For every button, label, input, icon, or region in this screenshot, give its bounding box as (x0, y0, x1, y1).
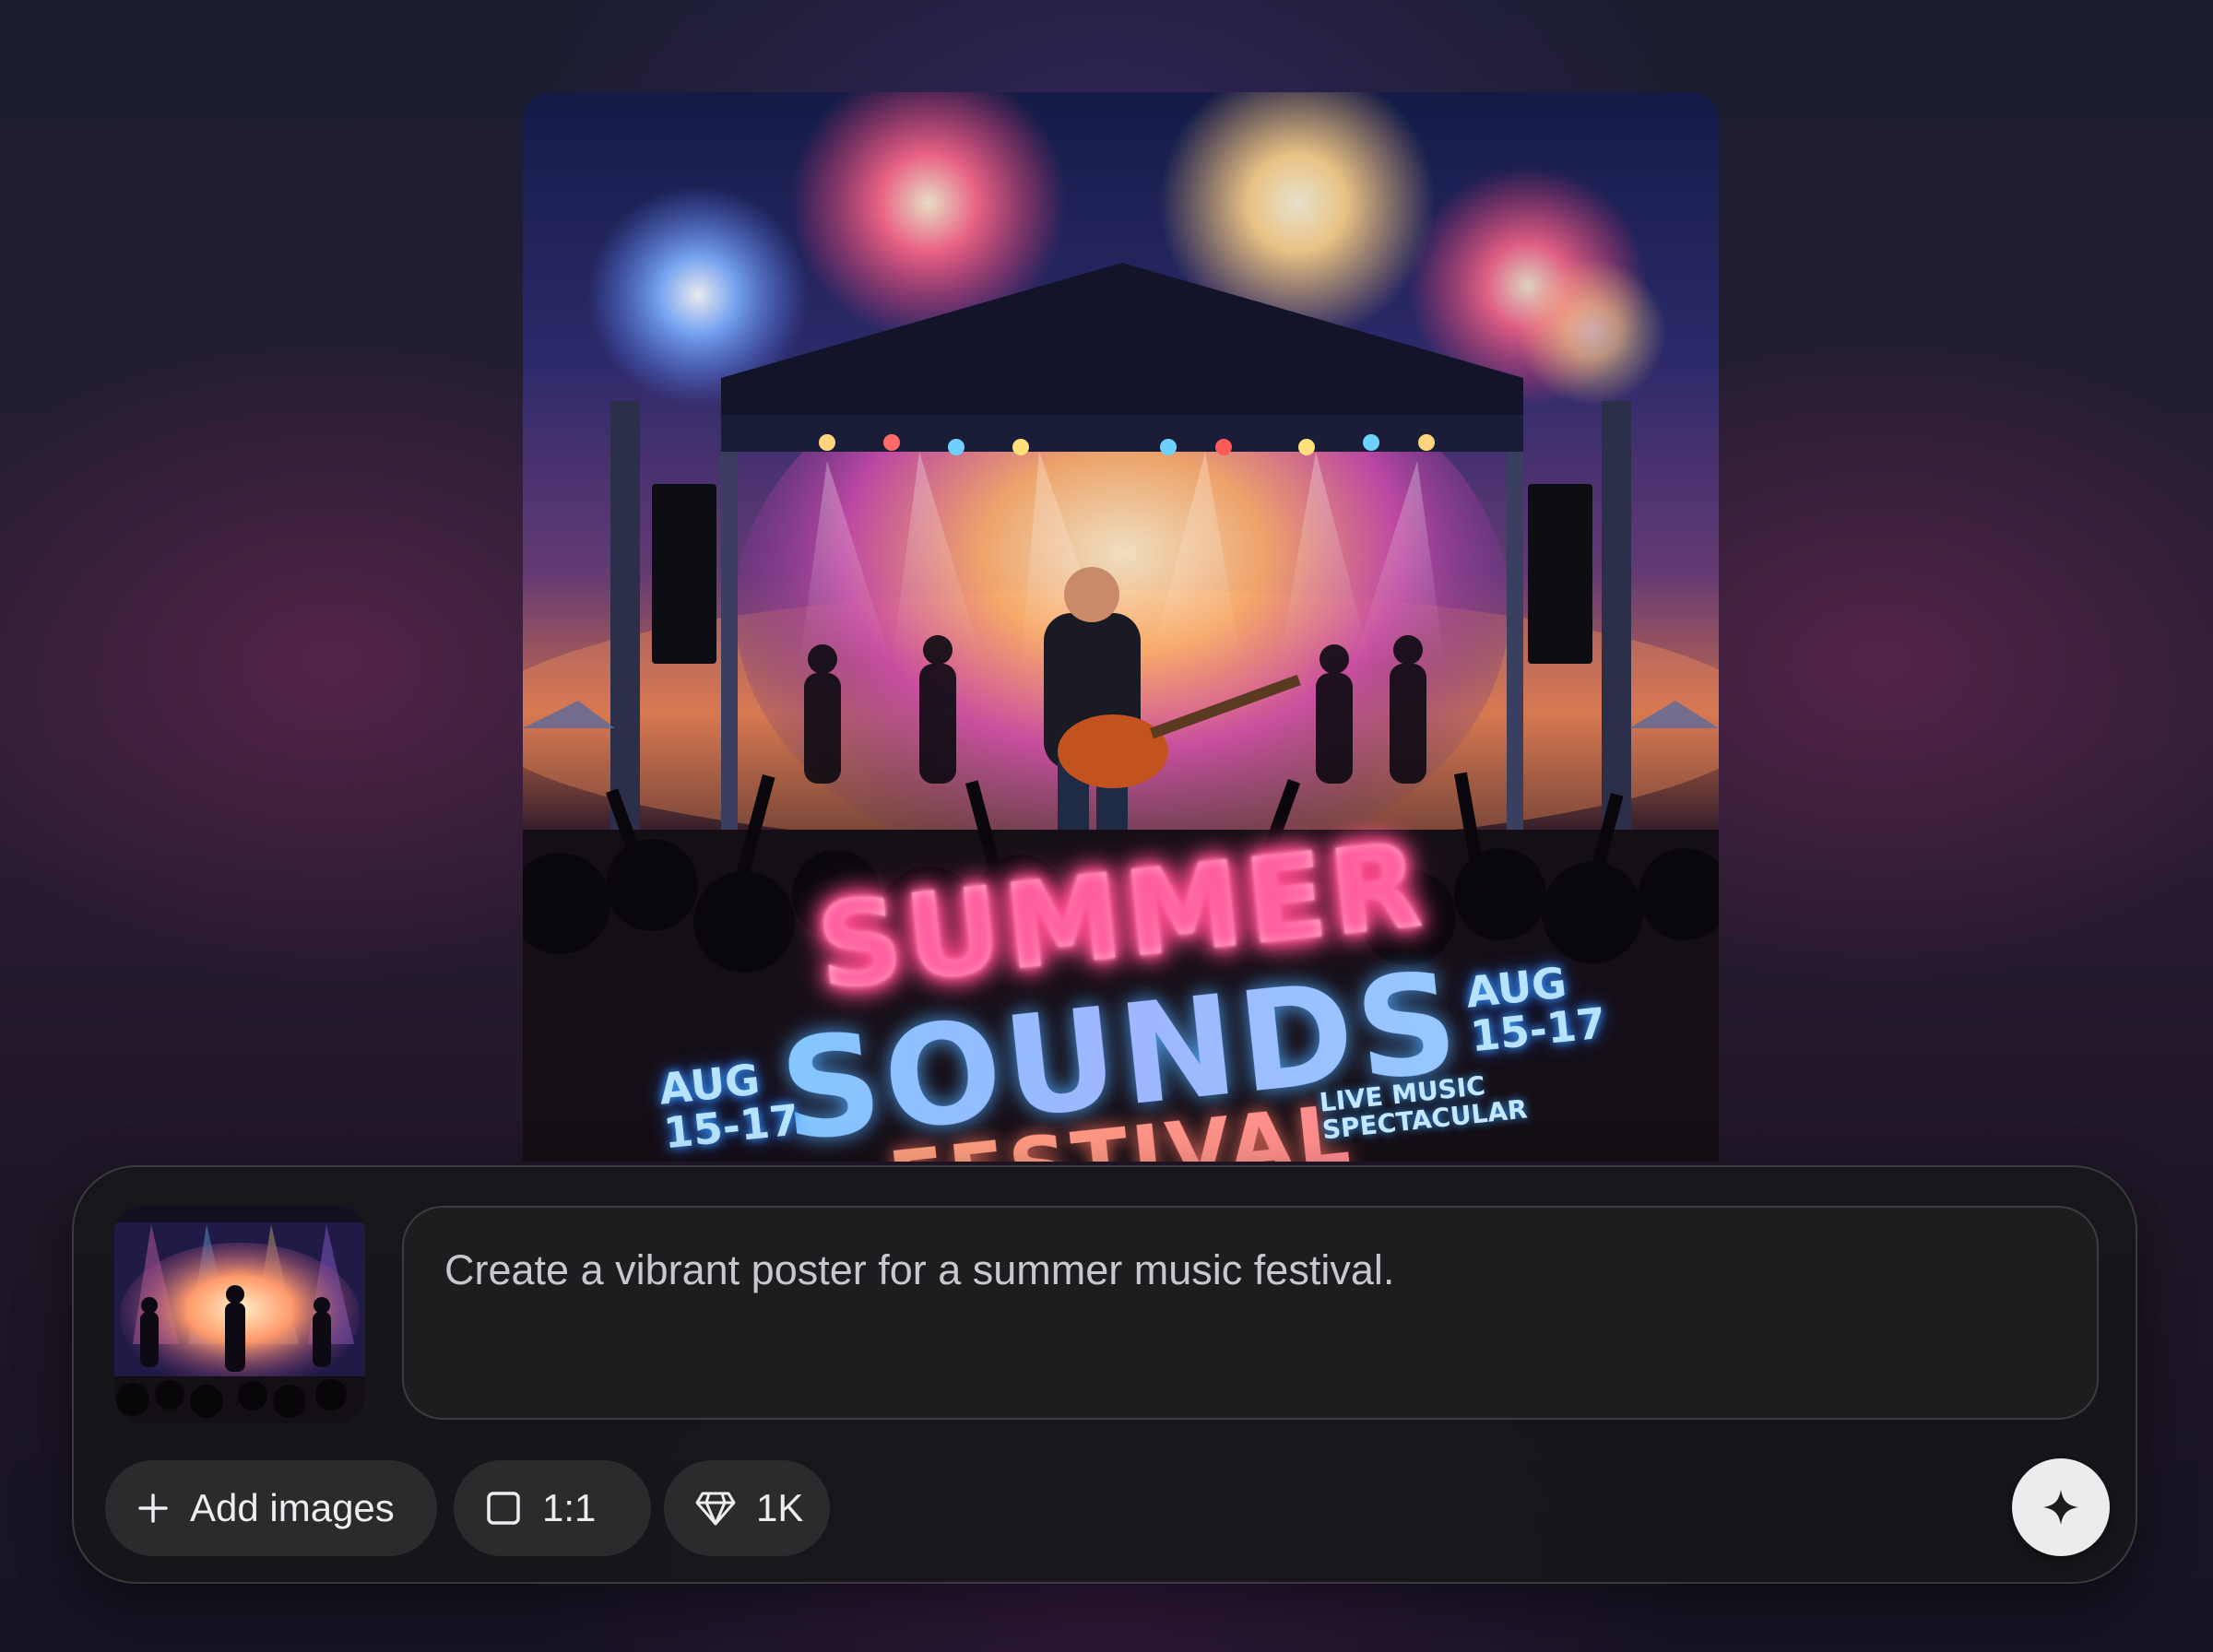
diamond-icon (695, 1490, 736, 1527)
aspect-ratio-label: 1:1 (542, 1486, 597, 1529)
poster-date-right: AUG 15-17 (1463, 957, 1609, 1062)
reference-image-thumbnail[interactable] (114, 1206, 365, 1423)
generated-poster-image[interactable]: SUMMER SOUNDS FESTIVAL AUG 15-17 AUG 15-… (523, 92, 1719, 1162)
prompt-input-text[interactable]: Create a vibrant poster for a summer mus… (444, 1245, 2056, 1296)
aspect-ratio-button[interactable]: 1:1 (454, 1460, 651, 1556)
sparkle-icon (2041, 1487, 2081, 1528)
generate-button[interactable] (2012, 1458, 2110, 1556)
poster-date-left: AUG 15-17 (657, 1054, 802, 1159)
prompt-input[interactable]: Create a vibrant poster for a summer mus… (402, 1206, 2099, 1420)
add-images-button[interactable]: Add images (105, 1460, 437, 1556)
prompt-composer: Create a vibrant poster for a summer mus… (72, 1165, 2137, 1584)
quality-label: 1K (756, 1486, 804, 1529)
thumbnail-artwork (114, 1206, 365, 1423)
add-images-label: Add images (190, 1486, 395, 1529)
quality-button[interactable]: 1K (664, 1460, 830, 1556)
plus-icon (136, 1492, 170, 1525)
square-icon (485, 1490, 522, 1527)
